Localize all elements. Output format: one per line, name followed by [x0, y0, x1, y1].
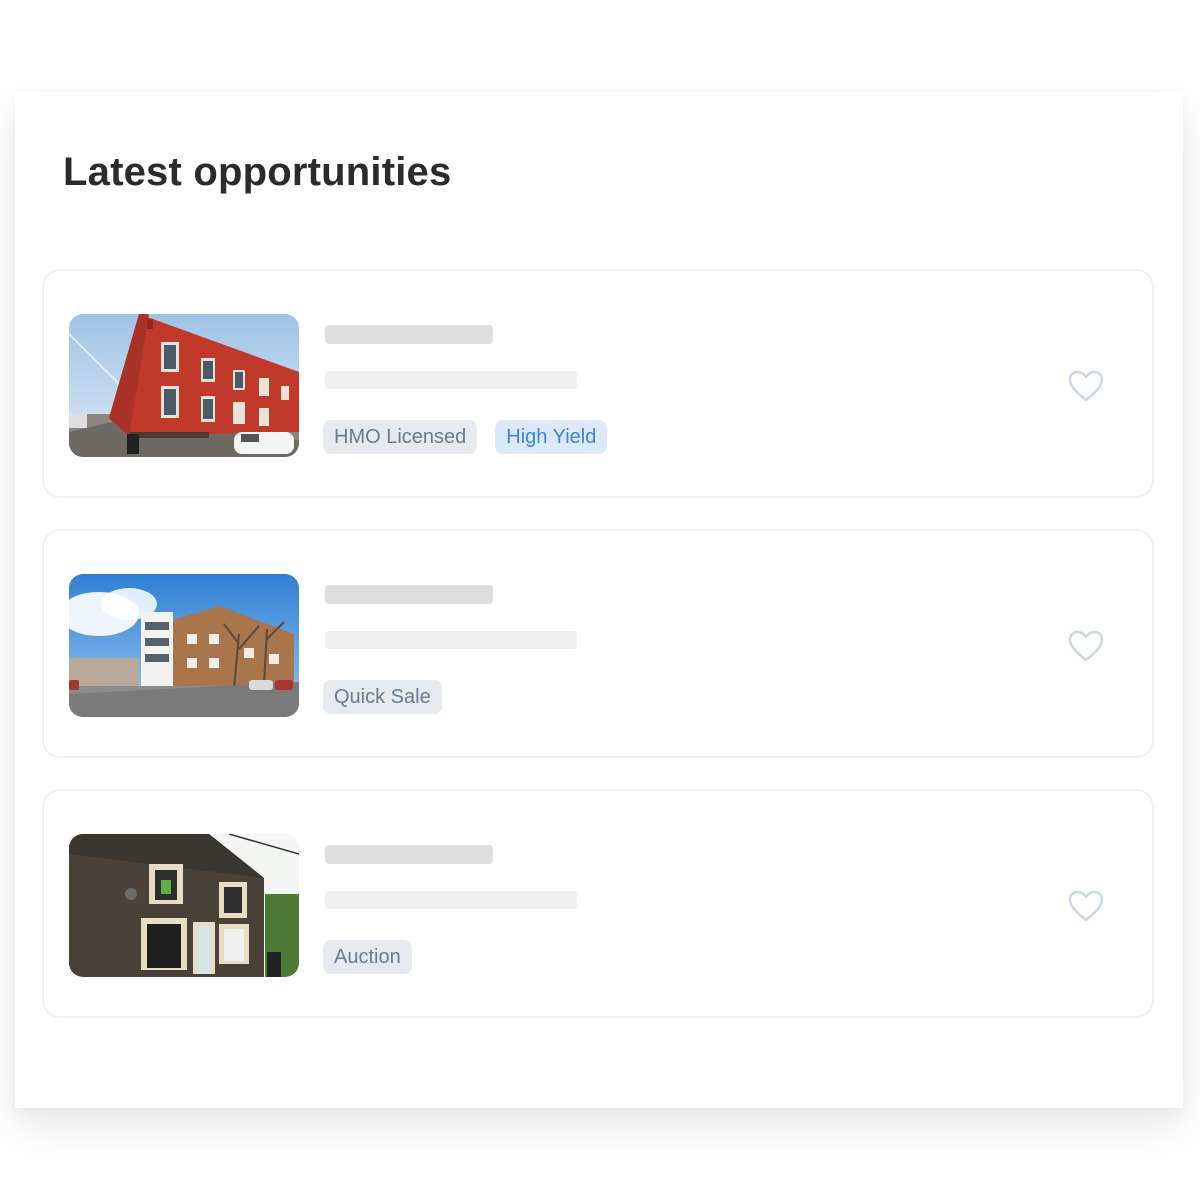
favorite-button[interactable] [1068, 370, 1104, 402]
listing-subtitle-placeholder [325, 891, 577, 909]
opportunities-panel: Latest opportunities HMO Licensed High Y… [15, 92, 1183, 1108]
heart-outline-icon [1068, 630, 1104, 662]
listing-card[interactable]: HMO Licensed High Yield [42, 269, 1154, 498]
listing-card[interactable]: Auction [42, 789, 1154, 1018]
favorite-button[interactable] [1068, 630, 1104, 662]
tag-high-yield: High Yield [495, 420, 608, 454]
property-photo-terraced-houses [69, 314, 299, 457]
heart-outline-icon [1068, 890, 1104, 922]
tag-list: HMO Licensed High Yield [323, 420, 608, 454]
tag-auction: Auction [323, 940, 412, 974]
listing-title-placeholder [325, 325, 493, 344]
property-photo-apartment-block [69, 574, 299, 717]
listing-title-placeholder [325, 585, 493, 604]
tag-hmo-licensed: HMO Licensed [323, 420, 478, 454]
listing-subtitle-placeholder [325, 631, 577, 649]
tag-quick-sale: Quick Sale [323, 680, 442, 714]
heart-outline-icon [1068, 370, 1104, 402]
listing-card[interactable]: Quick Sale [42, 529, 1154, 758]
panel-title: Latest opportunities [63, 150, 452, 194]
tag-list: Quick Sale [323, 680, 442, 714]
listing-title-placeholder [325, 845, 493, 864]
favorite-button[interactable] [1068, 890, 1104, 922]
tag-list: Auction [323, 940, 412, 974]
listing-subtitle-placeholder [325, 371, 577, 389]
property-photo-stone-cottage [69, 834, 299, 977]
